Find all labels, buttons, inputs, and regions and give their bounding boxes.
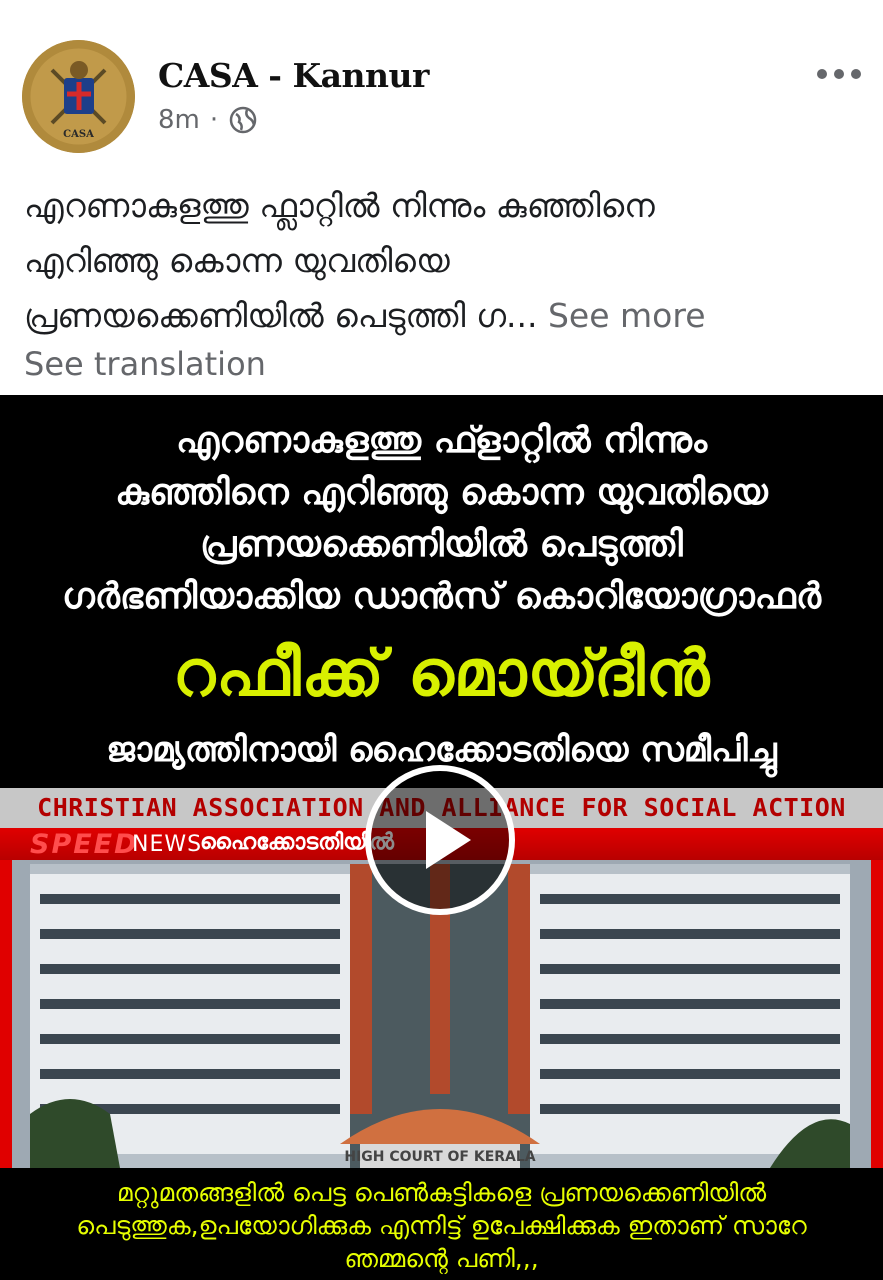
frame-bar-left <box>0 860 12 1168</box>
video-sub-line: ജാമ്യത്തിനായി ഹൈക്കോടതിയെ സമീപിച്ചു <box>106 730 777 770</box>
video-footer-text: മറ്റുമതങ്ങളിൽ പെട്ട പെൺകുട്ടികളെ പ്രണയക്… <box>0 1168 883 1280</box>
play-icon <box>426 811 471 869</box>
channel-speed: SPEED <box>30 829 139 860</box>
post-meta: 8m · <box>158 105 258 135</box>
caption-line: പ്രണയക്കെണിയിൽ പെടുത്തി ഗ... <box>24 296 538 335</box>
headline-line: പ്രണയക്കെണിയിൽ പെടുത്തി <box>200 524 683 565</box>
channel-news: NEWS <box>132 832 203 857</box>
page-name[interactable]: CASA - Kannur <box>158 56 429 95</box>
more-options-icon <box>817 69 827 79</box>
more-options-button[interactable] <box>817 62 861 86</box>
video-headline: എറണാകുളത്തു ഫ്ളാറ്റിൽ നിന്നും കുഞ്ഞിനെ എ… <box>0 415 883 623</box>
headline-line: എറണാകുളത്തു ഫ്ളാറ്റിൽ നിന്നും <box>175 420 708 461</box>
frame-bar-right <box>871 860 883 1168</box>
globe-icon <box>229 106 257 134</box>
logo-text: CASA <box>63 129 94 140</box>
caption-line: എറണാകുളത്തു ഫ്ലാറ്റിൽ നിന്നും കുഞ്ഞിനെ <box>24 186 655 225</box>
video-player[interactable]: എറണാകുളത്തു ഫ്ളാറ്റിൽ നിന്നും കുഞ്ഞിനെ എ… <box>0 395 883 1280</box>
meta-separator: · <box>209 105 219 135</box>
footer-line: പെടുത്തുക,ഉപയോഗിക്കുക എന്നിട്ട് ഉപേക്ഷിക… <box>76 1211 807 1240</box>
footer-line: ഞമ്മന്റെ പണി,,, <box>344 1244 539 1273</box>
see-translation-link[interactable]: See translation <box>24 345 266 383</box>
play-button[interactable] <box>365 765 515 915</box>
caption-line-last: പ്രണയക്കെണിയിൽ പെടുത്തി ഗ... See more <box>24 288 864 343</box>
building-sign: HIGH COURT OF KERALA <box>344 1149 535 1165</box>
headline-line: ഗർഭണിയാക്കിയ ഡാൻസ് കൊറിയോഗ്രാഫർ <box>61 576 822 617</box>
caption-line: എറിഞ്ഞു കൊന്ന യുവതിയെ <box>24 241 450 280</box>
post-header: CASA CASA - Kannur 8m · <box>0 0 883 160</box>
page-avatar[interactable]: CASA <box>22 40 135 153</box>
post-time[interactable]: 8m <box>158 105 200 135</box>
headline-line: കുഞ്ഞിനെ എറിഞ്ഞു കൊന്ന യുവതിയെ <box>115 472 768 513</box>
video-name-line: റഫീക്ക് മൊയ്ദീൻ <box>172 637 711 711</box>
see-more-link[interactable]: See more <box>548 296 706 335</box>
post-caption: എറണാകുളത്തു ഫ്ലാറ്റിൽ നിന്നും കുഞ്ഞിനെ എ… <box>24 178 864 343</box>
footer-line: മറ്റുമതങ്ങളിൽ പെട്ട പെൺകുട്ടികളെ പ്രണയക്… <box>116 1178 767 1207</box>
casa-logo-icon: CASA <box>22 40 135 153</box>
